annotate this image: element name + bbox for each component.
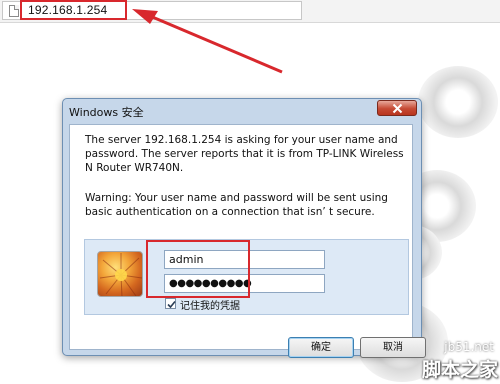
watermark-brand: 脚本之家 bbox=[421, 359, 498, 381]
windows-security-dialog: Windows 安全 The server 192.168.1.254 is a… bbox=[62, 98, 426, 358]
ok-button[interactable]: 确定 bbox=[288, 337, 354, 358]
close-button[interactable] bbox=[377, 100, 417, 116]
warning-message: Warning: Your user name and password wil… bbox=[85, 192, 388, 218]
remember-label: 记住我的凭据 bbox=[180, 301, 240, 312]
close-icon bbox=[392, 103, 403, 114]
dialog-title: Windows 安全 bbox=[69, 106, 144, 119]
server-message: The server 192.168.1.254 is asking for y… bbox=[85, 134, 404, 174]
url-highlight-box bbox=[20, 0, 127, 20]
browser-toolbar: 192.168.1.254 bbox=[0, 0, 500, 23]
user-avatar-icon bbox=[97, 251, 143, 297]
watermark-site: jb51.net bbox=[444, 340, 494, 354]
dialog-body: The server 192.168.1.254 is asking for y… bbox=[69, 124, 426, 358]
cancel-button[interactable]: 取消 bbox=[360, 337, 426, 358]
checkmark-icon bbox=[167, 300, 176, 309]
page-icon bbox=[9, 5, 19, 17]
decorative-bubble bbox=[418, 66, 498, 138]
dialog-titlebar[interactable]: Windows 安全 bbox=[63, 99, 421, 123]
remember-checkbox[interactable] bbox=[165, 298, 176, 309]
credentials-highlight-box bbox=[146, 240, 250, 298]
